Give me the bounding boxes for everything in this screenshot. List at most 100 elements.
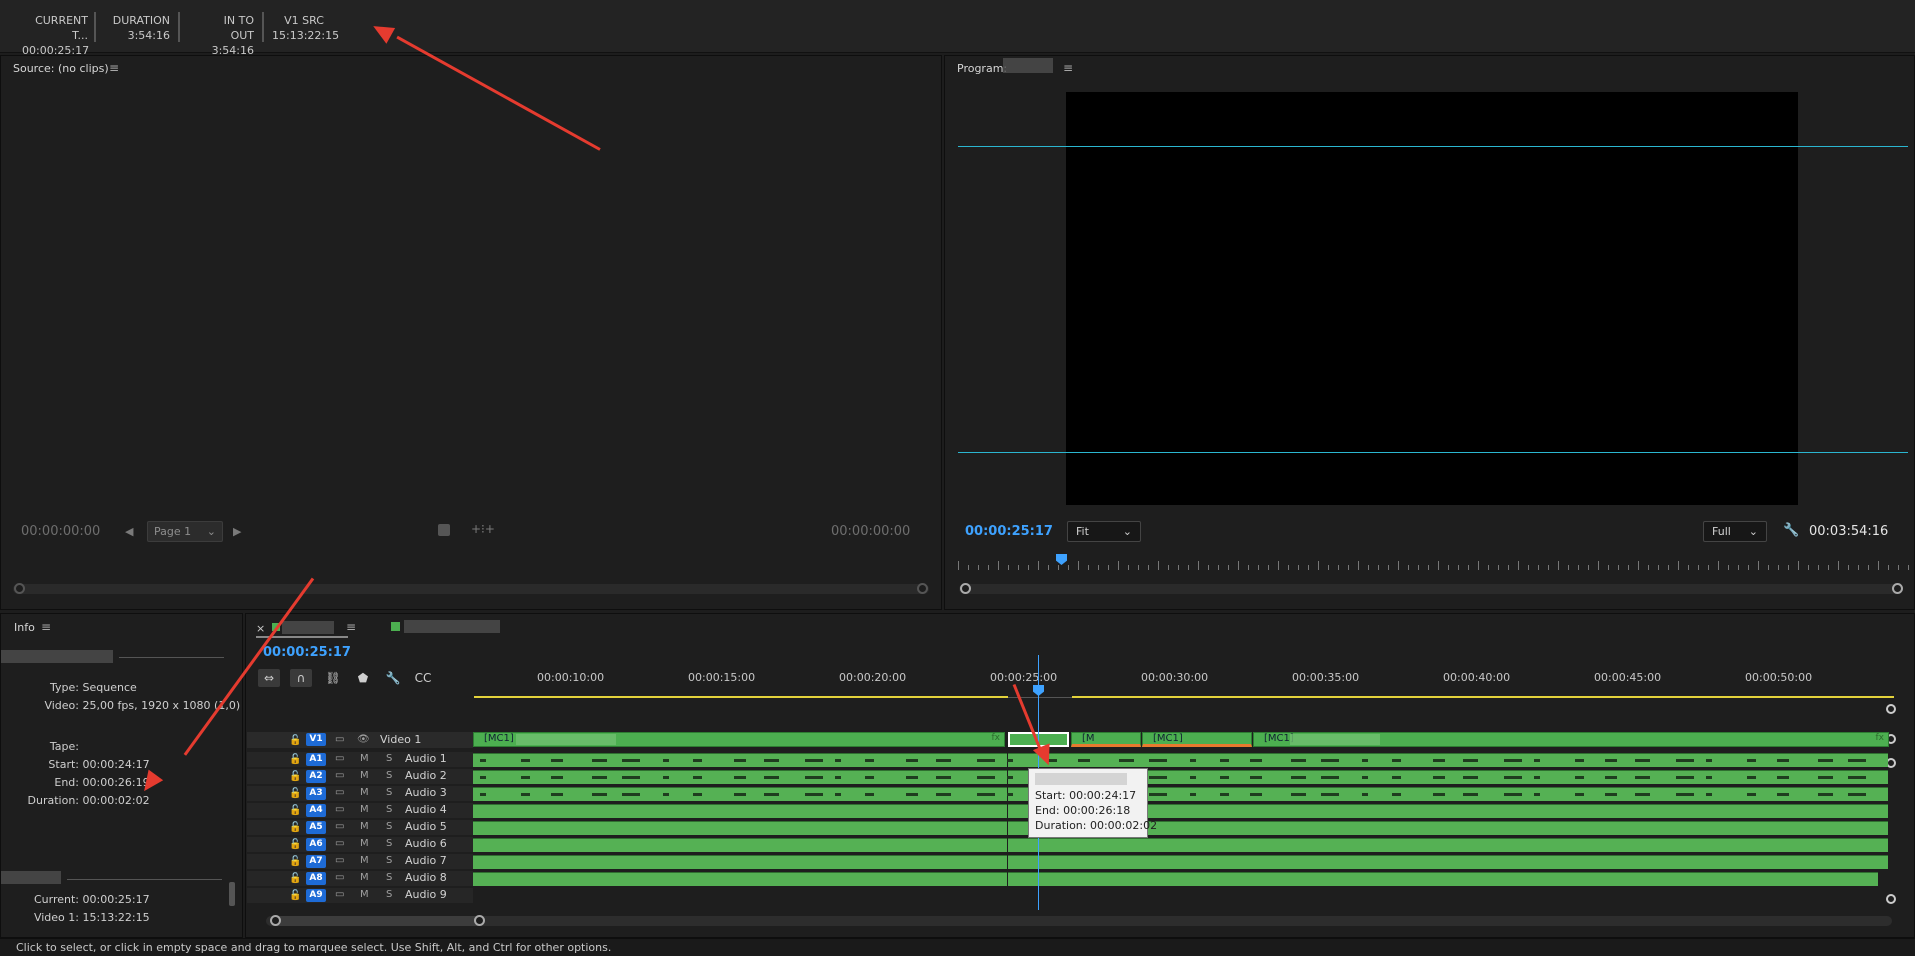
lock-icon[interactable]: 🔓 — [289, 754, 301, 765]
audio-clip[interactable] — [473, 804, 1007, 818]
mute-button[interactable]: M — [360, 838, 369, 849]
audio-clip[interactable] — [1008, 838, 1888, 852]
solo-button[interactable]: S — [386, 889, 392, 900]
sync-lock-icon[interactable]: ▭ — [335, 787, 344, 798]
solo-button[interactable]: S — [386, 804, 392, 815]
work-area-bar-left[interactable] — [474, 696, 1008, 698]
wrench-icon[interactable]: 🔧 — [382, 669, 404, 687]
audio-clip[interactable] — [473, 872, 1007, 886]
timeline-panel-menu-icon[interactable]: ≡ — [346, 620, 356, 634]
program-current-timecode[interactable]: 00:00:25:17 — [965, 524, 1053, 539]
lock-icon[interactable]: 🔓 — [289, 856, 301, 867]
export-frame-icon[interactable] — [438, 524, 450, 536]
linked-selection-icon[interactable]: ⛓ — [322, 669, 344, 687]
track-badge-audio[interactable]: A2 — [306, 770, 326, 783]
solo-button[interactable]: S — [386, 838, 392, 849]
track-badge-v1[interactable]: V1 — [306, 733, 326, 746]
nest-toggle-icon[interactable]: ⇔ — [258, 669, 280, 687]
timeline-timecode[interactable]: 00:00:25:17 — [263, 645, 351, 660]
lock-icon[interactable]: 🔓 — [289, 805, 301, 816]
mute-button[interactable]: M — [360, 872, 369, 883]
source-timecode-out[interactable]: 00:00:00:00 — [831, 524, 910, 539]
close-icon[interactable]: × — [256, 622, 265, 635]
info-scrollbar[interactable] — [229, 882, 235, 906]
timeline-scroll-knob-left[interactable] — [270, 915, 281, 926]
timeline-horizontal-scrollbar[interactable] — [266, 916, 1892, 926]
sync-lock-icon[interactable]: ▭ — [335, 804, 344, 815]
source-scroll-knob-left[interactable] — [14, 583, 25, 594]
source-panel-menu-icon[interactable]: ≡ — [109, 61, 119, 75]
solo-button[interactable]: S — [386, 753, 392, 764]
solo-button[interactable]: S — [386, 855, 392, 866]
mute-button[interactable]: M — [360, 889, 369, 900]
sync-lock-icon[interactable]: ▭ — [335, 753, 344, 764]
program-video-frame[interactable] — [1066, 92, 1798, 505]
audio-clip[interactable] — [1008, 855, 1888, 869]
mute-button[interactable]: M — [360, 753, 369, 764]
track-badge-audio[interactable]: A5 — [306, 821, 326, 834]
fit-select[interactable]: Fit ⌄ — [1067, 521, 1141, 542]
mute-button[interactable]: M — [360, 770, 369, 781]
mute-button[interactable]: M — [360, 787, 369, 798]
prev-page-icon[interactable]: ◀ — [125, 525, 133, 538]
video-clip[interactable]: [M — [1071, 732, 1141, 747]
track-badge-audio[interactable]: A3 — [306, 787, 326, 800]
resolution-select[interactable]: Full ⌄ — [1703, 521, 1767, 542]
sync-lock-icon[interactable]: ▭ — [335, 734, 344, 745]
program-scroll-knob-left[interactable] — [960, 583, 971, 594]
sync-lock-icon[interactable]: ▭ — [335, 889, 344, 900]
sync-lock-icon[interactable]: ▭ — [335, 838, 344, 849]
work-area-bar-right[interactable] — [1072, 696, 1894, 698]
lock-icon[interactable]: 🔓 — [289, 822, 301, 833]
program-scrollbar[interactable] — [959, 584, 1903, 594]
track-badge-audio[interactable]: A4 — [306, 804, 326, 817]
timeline-scroll-thumb[interactable] — [272, 916, 482, 926]
info-panel-menu-icon[interactable]: ≡ — [41, 620, 51, 634]
audio-clip[interactable] — [1008, 753, 1888, 767]
source-scrollbar[interactable] — [13, 584, 929, 594]
video-clip[interactable]: [MC1] — [1142, 732, 1252, 747]
eye-icon[interactable]: 👁 — [357, 734, 370, 745]
sync-lock-icon[interactable]: ▭ — [335, 821, 344, 832]
mute-button[interactable]: M — [360, 804, 369, 815]
page-select[interactable]: Page 1 ⌄ — [147, 521, 223, 542]
track-badge-audio[interactable]: A6 — [306, 838, 326, 851]
sync-lock-icon[interactable]: ▭ — [335, 770, 344, 781]
audio-clip[interactable] — [473, 838, 1007, 852]
program-panel-menu-icon[interactable]: ≡ — [1063, 61, 1073, 75]
button-editor-icon[interactable]: +⁝+ — [471, 522, 495, 536]
captions-icon[interactable]: CC — [412, 669, 434, 687]
source-scroll-knob-right[interactable] — [917, 583, 928, 594]
next-page-icon[interactable]: ▶ — [233, 525, 241, 538]
sync-lock-icon[interactable]: ▭ — [335, 855, 344, 866]
timeline-scroll-knob-right[interactable] — [474, 915, 485, 926]
mute-button[interactable]: M — [360, 855, 369, 866]
solo-button[interactable]: S — [386, 821, 392, 832]
solo-button[interactable]: S — [386, 872, 392, 883]
lock-icon[interactable]: 🔓 — [289, 735, 301, 746]
redacted-tab-name[interactable] — [404, 620, 500, 633]
audio-clip[interactable] — [473, 855, 1007, 869]
snap-magnet-icon[interactable]: ∩ — [290, 669, 312, 687]
lock-icon[interactable]: 🔓 — [289, 890, 301, 901]
track-badge-audio[interactable]: A7 — [306, 855, 326, 868]
track-badge-audio[interactable]: A8 — [306, 872, 326, 885]
program-scroll-knob-right[interactable] — [1892, 583, 1903, 594]
track-badge-audio[interactable]: A1 — [306, 753, 326, 766]
track-badge-audio[interactable]: A9 — [306, 889, 326, 902]
sync-lock-icon[interactable]: ▭ — [335, 872, 344, 883]
audio-clip[interactable] — [1008, 872, 1878, 886]
vertical-zoom-knob-bottom[interactable] — [1886, 894, 1896, 904]
mute-button[interactable]: M — [360, 821, 369, 832]
lock-icon[interactable]: 🔓 — [289, 839, 301, 850]
vertical-zoom-knob-top[interactable] — [1886, 704, 1896, 714]
solo-button[interactable]: S — [386, 770, 392, 781]
wrench-icon[interactable]: 🔧 — [1783, 523, 1799, 538]
program-time-ruler[interactable] — [958, 556, 1909, 570]
lock-icon[interactable]: 🔓 — [289, 771, 301, 782]
source-timecode-in[interactable]: 00:00:00:00 — [21, 524, 100, 539]
lock-icon[interactable]: 🔓 — [289, 788, 301, 799]
audio-clip[interactable] — [473, 821, 1007, 835]
add-marker-icon[interactable]: ⬟ — [352, 669, 374, 687]
solo-button[interactable]: S — [386, 787, 392, 798]
